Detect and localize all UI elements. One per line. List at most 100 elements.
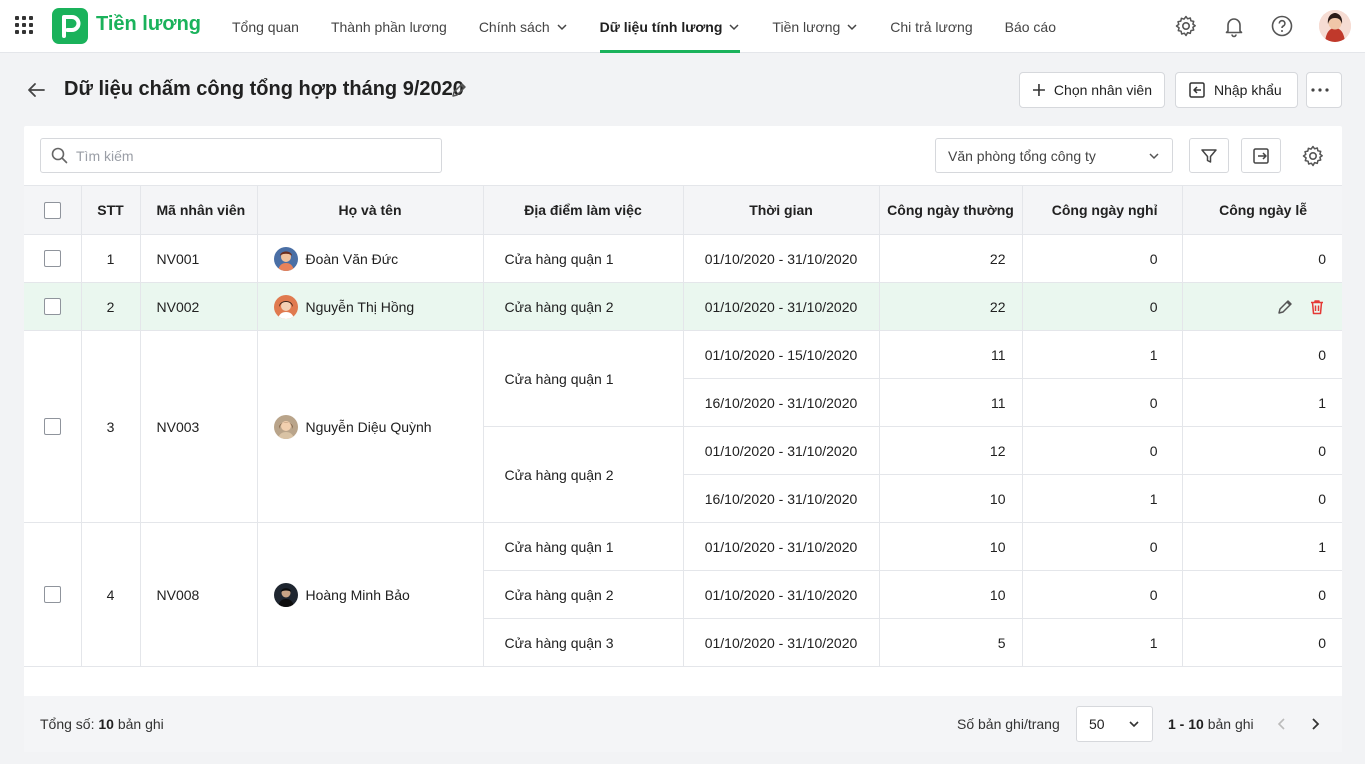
page-title: Dữ liệu chấm công tổng hợp tháng 9/2020 bbox=[64, 78, 464, 100]
nav-chi-tra-luong[interactable]: Chi trả lương bbox=[890, 0, 972, 53]
dayoff-cell: 0 bbox=[1021, 234, 1183, 283]
nav-chinh-sach[interactable]: Chính sách bbox=[479, 0, 568, 53]
top-navbar: Tiền lương Tổng quan Thành phần lương Ch… bbox=[0, 0, 1365, 53]
code-cell: NV008 bbox=[139, 522, 258, 667]
header-location[interactable]: Địa điểm làm việc bbox=[482, 185, 684, 235]
avatar bbox=[273, 414, 298, 439]
import-icon bbox=[1189, 82, 1205, 98]
table-row[interactable]: 1 NV001 Đoàn Văn Đức Cửa hàng quận 1 01/… bbox=[24, 234, 1342, 283]
row-select-cell bbox=[24, 234, 82, 283]
per-page-value: 50 bbox=[1089, 716, 1105, 732]
header-code[interactable]: Mã nhân viên bbox=[139, 185, 258, 235]
org-unit-select[interactable]: Văn phòng tổng công ty bbox=[935, 138, 1173, 173]
header-weekday[interactable]: Công ngày thường bbox=[878, 185, 1023, 235]
chevron-left-icon bbox=[1277, 718, 1285, 730]
dayoff-cell: 1 bbox=[1021, 474, 1183, 523]
header-holiday[interactable]: Công ngày lễ bbox=[1181, 185, 1342, 235]
total-unit: bản ghi bbox=[117, 716, 164, 732]
chevron-down-icon bbox=[1149, 152, 1159, 159]
search-input[interactable] bbox=[76, 147, 416, 164]
page-range: 1 - 10 bản ghi bbox=[1168, 716, 1254, 732]
choose-employee-button[interactable]: Chọn nhân viên bbox=[1019, 72, 1165, 108]
nav-tien-luong[interactable]: Tiền lương bbox=[772, 0, 858, 53]
employee-name: Hoàng Minh Bảo bbox=[305, 586, 410, 603]
nav-bao-cao[interactable]: Báo cáo bbox=[1005, 0, 1056, 53]
code-cell: NV002 bbox=[139, 282, 258, 331]
avatar bbox=[273, 246, 298, 271]
next-page-button[interactable] bbox=[1305, 714, 1325, 734]
nav-du-lieu-tinh-luong[interactable]: Dữ liệu tính lương bbox=[599, 0, 741, 53]
employee-name: Nguyễn Thị Hồng bbox=[305, 298, 415, 315]
total-label: Tổng số: bbox=[40, 716, 95, 732]
location-cell: Cửa hàng quận 2 bbox=[483, 570, 684, 619]
row-checkbox[interactable] bbox=[43, 250, 61, 268]
dayoff-cell: 0 bbox=[1021, 282, 1183, 331]
weekday-cell: 10 bbox=[878, 474, 1023, 523]
stt-cell: 1 bbox=[80, 234, 141, 283]
table-row[interactable]: 2 NV002 Nguyễn Thị Hồng Cửa hàng quận 2 … bbox=[24, 282, 1342, 331]
name-cell: Hoàng Minh Bảo bbox=[256, 522, 484, 667]
period-cell: 01/10/2020 - 15/10/2020 bbox=[682, 330, 880, 379]
nav-label: Chính sách bbox=[478, 18, 550, 35]
app-logo[interactable] bbox=[52, 8, 88, 44]
export-icon bbox=[1253, 147, 1269, 164]
pencil-icon[interactable] bbox=[1276, 298, 1294, 316]
select-all-checkbox[interactable] bbox=[43, 201, 61, 219]
search-box[interactable] bbox=[40, 138, 442, 173]
stt-cell: 3 bbox=[80, 330, 141, 523]
period-cell: 01/10/2020 - 31/10/2020 bbox=[682, 522, 880, 571]
more-button[interactable] bbox=[1306, 72, 1342, 108]
holiday-cell: 0 bbox=[1181, 618, 1342, 667]
period-cell: 01/10/2020 - 31/10/2020 bbox=[682, 618, 880, 667]
code-cell: NV003 bbox=[139, 330, 258, 523]
row-checkbox[interactable] bbox=[43, 298, 61, 316]
period-cell: 01/10/2020 - 31/10/2020 bbox=[682, 570, 880, 619]
import-button[interactable]: Nhập khẩu bbox=[1175, 72, 1298, 108]
nav-tong-quan[interactable]: Tổng quan bbox=[232, 0, 299, 53]
apps-icon[interactable] bbox=[15, 16, 33, 34]
header-dayoff[interactable]: Công ngày nghỉ bbox=[1021, 185, 1183, 235]
pencil-icon[interactable] bbox=[450, 81, 468, 99]
dayoff-cell: 0 bbox=[1021, 426, 1183, 475]
chevron-down-icon bbox=[847, 23, 857, 30]
period-cell: 16/10/2020 - 31/10/2020 bbox=[683, 474, 880, 523]
more-icon bbox=[1311, 88, 1329, 92]
back-arrow-icon[interactable] bbox=[25, 79, 47, 101]
nav-thanh-phan-luong[interactable]: Thành phần lương bbox=[331, 0, 447, 53]
export-button[interactable] bbox=[1241, 138, 1281, 173]
table-row[interactable]: 4 NV008 Hoàng Minh Bảo Cửa hàng quận 1 0… bbox=[24, 522, 1342, 667]
data-card: Văn phòng tổng công ty STT Mã nhân viên … bbox=[24, 126, 1342, 752]
holiday-cell: 0 bbox=[1181, 330, 1342, 379]
header-period[interactable]: Thời gian bbox=[682, 185, 880, 235]
gear-icon[interactable] bbox=[1174, 14, 1198, 38]
row-select-cell bbox=[24, 522, 82, 667]
help-icon[interactable] bbox=[1270, 14, 1294, 38]
per-page-select[interactable]: 50 bbox=[1076, 706, 1153, 742]
header-name[interactable]: Họ và tên bbox=[256, 185, 484, 235]
range-unit: bản ghi bbox=[1207, 716, 1254, 732]
location-cell: Cửa hàng quận 2 bbox=[483, 426, 684, 523]
user-avatar[interactable] bbox=[1319, 10, 1351, 42]
prev-page-button[interactable] bbox=[1272, 714, 1292, 734]
row-checkbox[interactable] bbox=[43, 586, 61, 604]
bell-icon[interactable] bbox=[1222, 14, 1246, 38]
name-cell: Nguyễn Thị Hồng bbox=[256, 282, 484, 331]
location-cell: Cửa hàng quận 1 bbox=[482, 330, 684, 427]
search-icon bbox=[51, 147, 68, 164]
trash-icon[interactable] bbox=[1308, 298, 1326, 316]
header-stt[interactable]: STT bbox=[80, 185, 141, 235]
dayoff-cell: 0 bbox=[1021, 378, 1183, 427]
filter-button[interactable] bbox=[1189, 138, 1229, 173]
select-all-cell bbox=[24, 185, 82, 235]
row-select-cell bbox=[24, 282, 82, 331]
name-cell: Đoàn Văn Đức bbox=[256, 234, 484, 283]
table-settings-button[interactable] bbox=[1300, 143, 1326, 169]
main-nav: Tổng quan Thành phần lương Chính sách Dữ… bbox=[232, 0, 1088, 53]
nav-label: Tổng quan bbox=[232, 18, 299, 35]
row-checkbox[interactable] bbox=[43, 418, 61, 436]
table-row[interactable]: 3 NV003 Nguyễn Diệu Quỳnh Cửa hàng quận … bbox=[24, 330, 1342, 523]
location-cell: Cửa hàng quận 1 bbox=[482, 234, 684, 283]
location-cell: Cửa hàng quận 1 bbox=[482, 522, 684, 571]
chevron-down-icon bbox=[1129, 721, 1139, 728]
nav-label: Tiền lương bbox=[772, 18, 841, 35]
